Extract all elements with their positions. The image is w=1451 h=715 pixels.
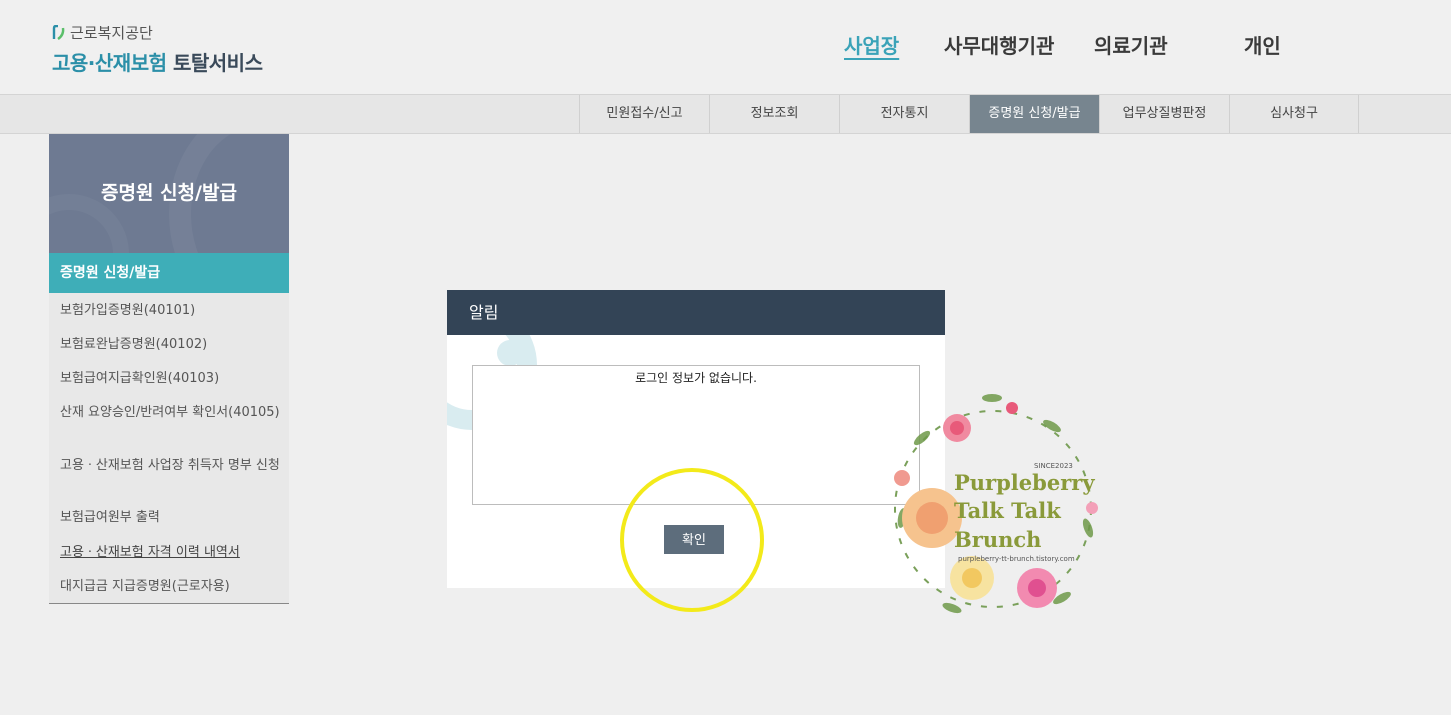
sidebar-item-benefit-payment[interactable]: 보험급여지급확인원(40103) [60,369,280,388]
sidebar-item-benefit-ledger[interactable]: 보험급여원부 출력 [60,508,280,527]
sidebar-menu: 보험가입증명원(40101) 보험료완납증명원(40102) 보험급여지급확인원… [49,293,289,604]
sidebar-item-insurance-subscription[interactable]: 보험가입증명원(40101) [60,301,280,320]
watermark-line1: Purpleberry [954,470,1095,495]
watermark: SINCE2023 Purpleberry Talk Talk Brunch p… [862,378,1124,640]
tab-civil-petition[interactable]: 민원접수/신고 [579,95,709,133]
tab-info-inquiry[interactable]: 정보조회 [709,95,839,133]
tab-certificate[interactable]: 증명원 신청/발급 [969,95,1099,133]
sidebar-header: 증명원 신청/발급 [49,134,289,253]
sidebar-section-active[interactable]: 증명원 신청/발급 [49,253,289,293]
sidebar-item-substitute-payment[interactable]: 대지급금 지급증명원(근로자용) [60,577,280,596]
watermark-line2: Talk Talk [954,498,1061,523]
watermark-url: purpleberry-tt-brunch.tistory.com [958,555,1075,563]
nav-personal[interactable]: 개인 [1244,30,1281,59]
tab-e-notice[interactable]: 전자통지 [839,95,969,133]
tab-review-request[interactable]: 심사청구 [1229,95,1359,133]
sidebar-item-acquirer-list[interactable]: 고용ㆍ산재보험 사업장 취득자 명부 신청 [60,456,280,475]
sidebar-item-care-approval[interactable]: 산재 요양승인/반려여부 확인서(40105) [60,403,280,422]
watermark-since: SINCE2023 [1034,462,1073,470]
nav-workplace[interactable]: 사업장 [844,30,899,59]
dialog-decoration [497,340,523,366]
sub-nav: 민원접수/신고 정보조회 전자통지 증명원 신청/발급 업무상질병판정 심사청구 [0,94,1451,134]
top-nav: 사업장 사무대행기관 의료기관 개인 [0,30,1451,60]
nav-medical[interactable]: 의료기관 [1094,30,1168,59]
site-header: 근로복지공단 고용·산재보험 토탈서비스 사업장 사무대행기관 의료기관 개인 [0,0,1451,94]
dialog-title: 알림 [447,290,945,335]
watermark-line3: Brunch [954,527,1042,552]
sidebar-item-qualification-history[interactable]: 고용ㆍ산재보험 자격 이력 내역서 [60,543,280,562]
tab-disease-judgment[interactable]: 업무상질병판정 [1099,95,1229,133]
nav-agency[interactable]: 사무대행기관 [944,30,1054,59]
highlight-circle [620,468,764,612]
sidebar-title: 증명원 신청/발급 [101,182,237,204]
sidebar-item-premium-paid[interactable]: 보험료완납증명원(40102) [60,335,280,354]
